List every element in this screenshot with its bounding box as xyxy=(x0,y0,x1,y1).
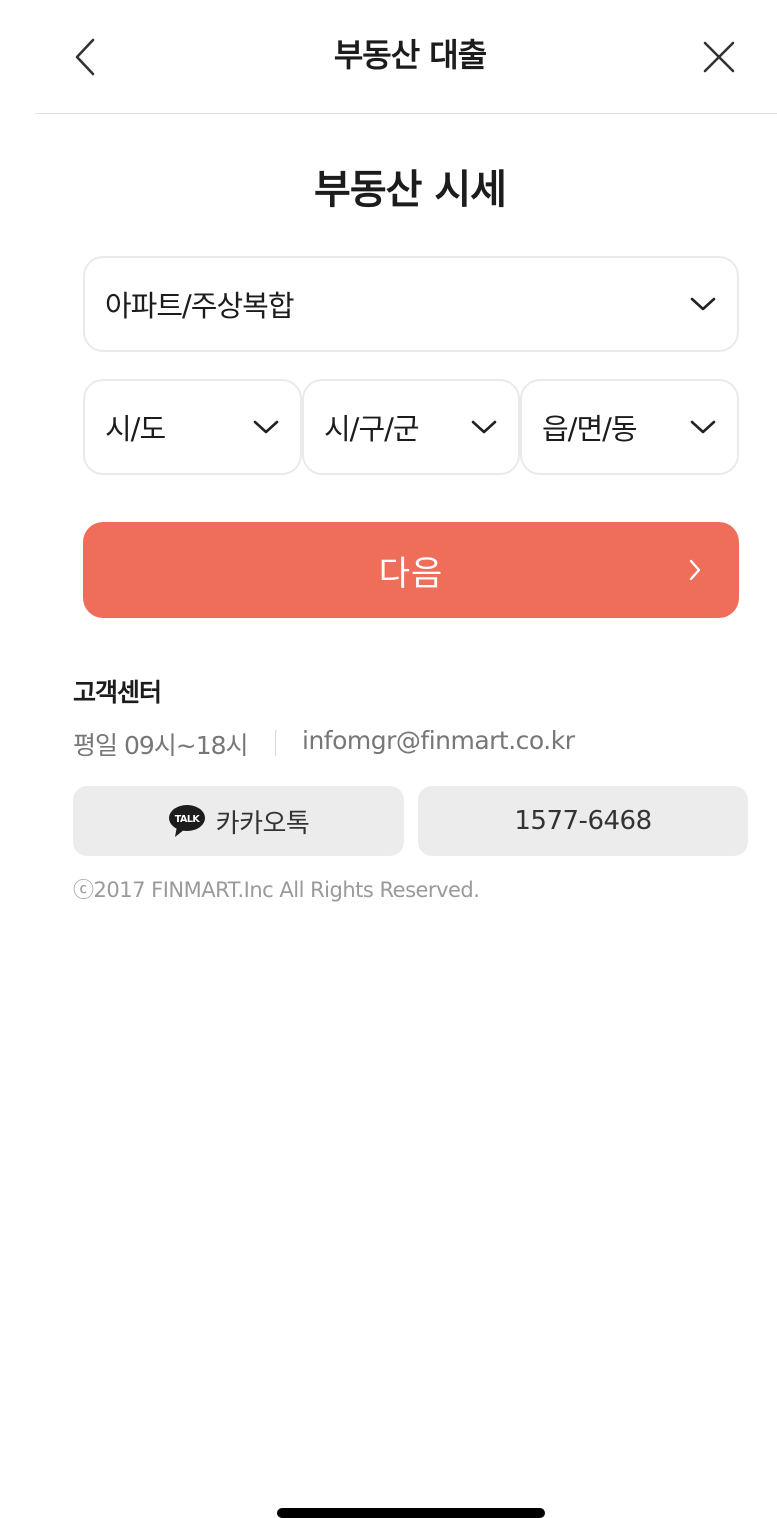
sido-value: 시/도 xyxy=(105,412,166,446)
support-email-link[interactable]: infomgr@finmart.co.kr xyxy=(302,726,575,755)
top-nav-bar: 부동산 대출 xyxy=(0,0,777,114)
next-button-label: 다음 xyxy=(378,553,444,594)
header-title: 부동산 대출 xyxy=(333,36,487,74)
svg-text:TALK: TALK xyxy=(174,814,200,825)
business-hours: 평일 09시~18시 xyxy=(73,731,249,760)
kakaotalk-button-label: 카카오톡 xyxy=(215,808,310,839)
sigungu-select[interactable]: 시/구/군 xyxy=(302,379,520,475)
header-divider xyxy=(35,113,777,114)
phone-call-button[interactable]: 1577-6468 xyxy=(418,786,748,856)
chevron-down-icon xyxy=(690,420,716,434)
property-type-select[interactable]: 아파트/주상복합 xyxy=(83,256,739,352)
chevron-right-icon xyxy=(689,559,701,581)
property-type-value: 아파트/주상복합 xyxy=(105,289,295,323)
dong-value: 읍/면/동 xyxy=(542,412,638,446)
kakaotalk-button[interactable]: TALK 카카오톡 xyxy=(73,786,404,856)
close-icon xyxy=(703,41,735,73)
dong-select[interactable]: 읍/면/동 xyxy=(520,379,739,475)
next-button[interactable]: 다음 xyxy=(83,522,739,618)
chevron-down-icon xyxy=(690,297,716,311)
chevron-down-icon xyxy=(253,420,279,434)
close-button[interactable] xyxy=(692,30,746,84)
back-button[interactable] xyxy=(58,30,112,84)
chevron-down-icon xyxy=(471,420,497,434)
chevron-left-icon xyxy=(75,38,95,76)
page-title: 부동산 시세 xyxy=(314,167,507,213)
divider xyxy=(275,730,276,756)
copyright-text: ⓒ2017 FINMART.Inc All Rights Reserved. xyxy=(73,878,480,902)
kakaotalk-icon: TALK xyxy=(168,805,205,837)
customer-center-title: 고객센터 xyxy=(73,678,162,707)
phone-number: 1577-6468 xyxy=(514,806,652,836)
sido-select[interactable]: 시/도 xyxy=(83,379,302,475)
sigungu-value: 시/구/군 xyxy=(324,412,420,446)
